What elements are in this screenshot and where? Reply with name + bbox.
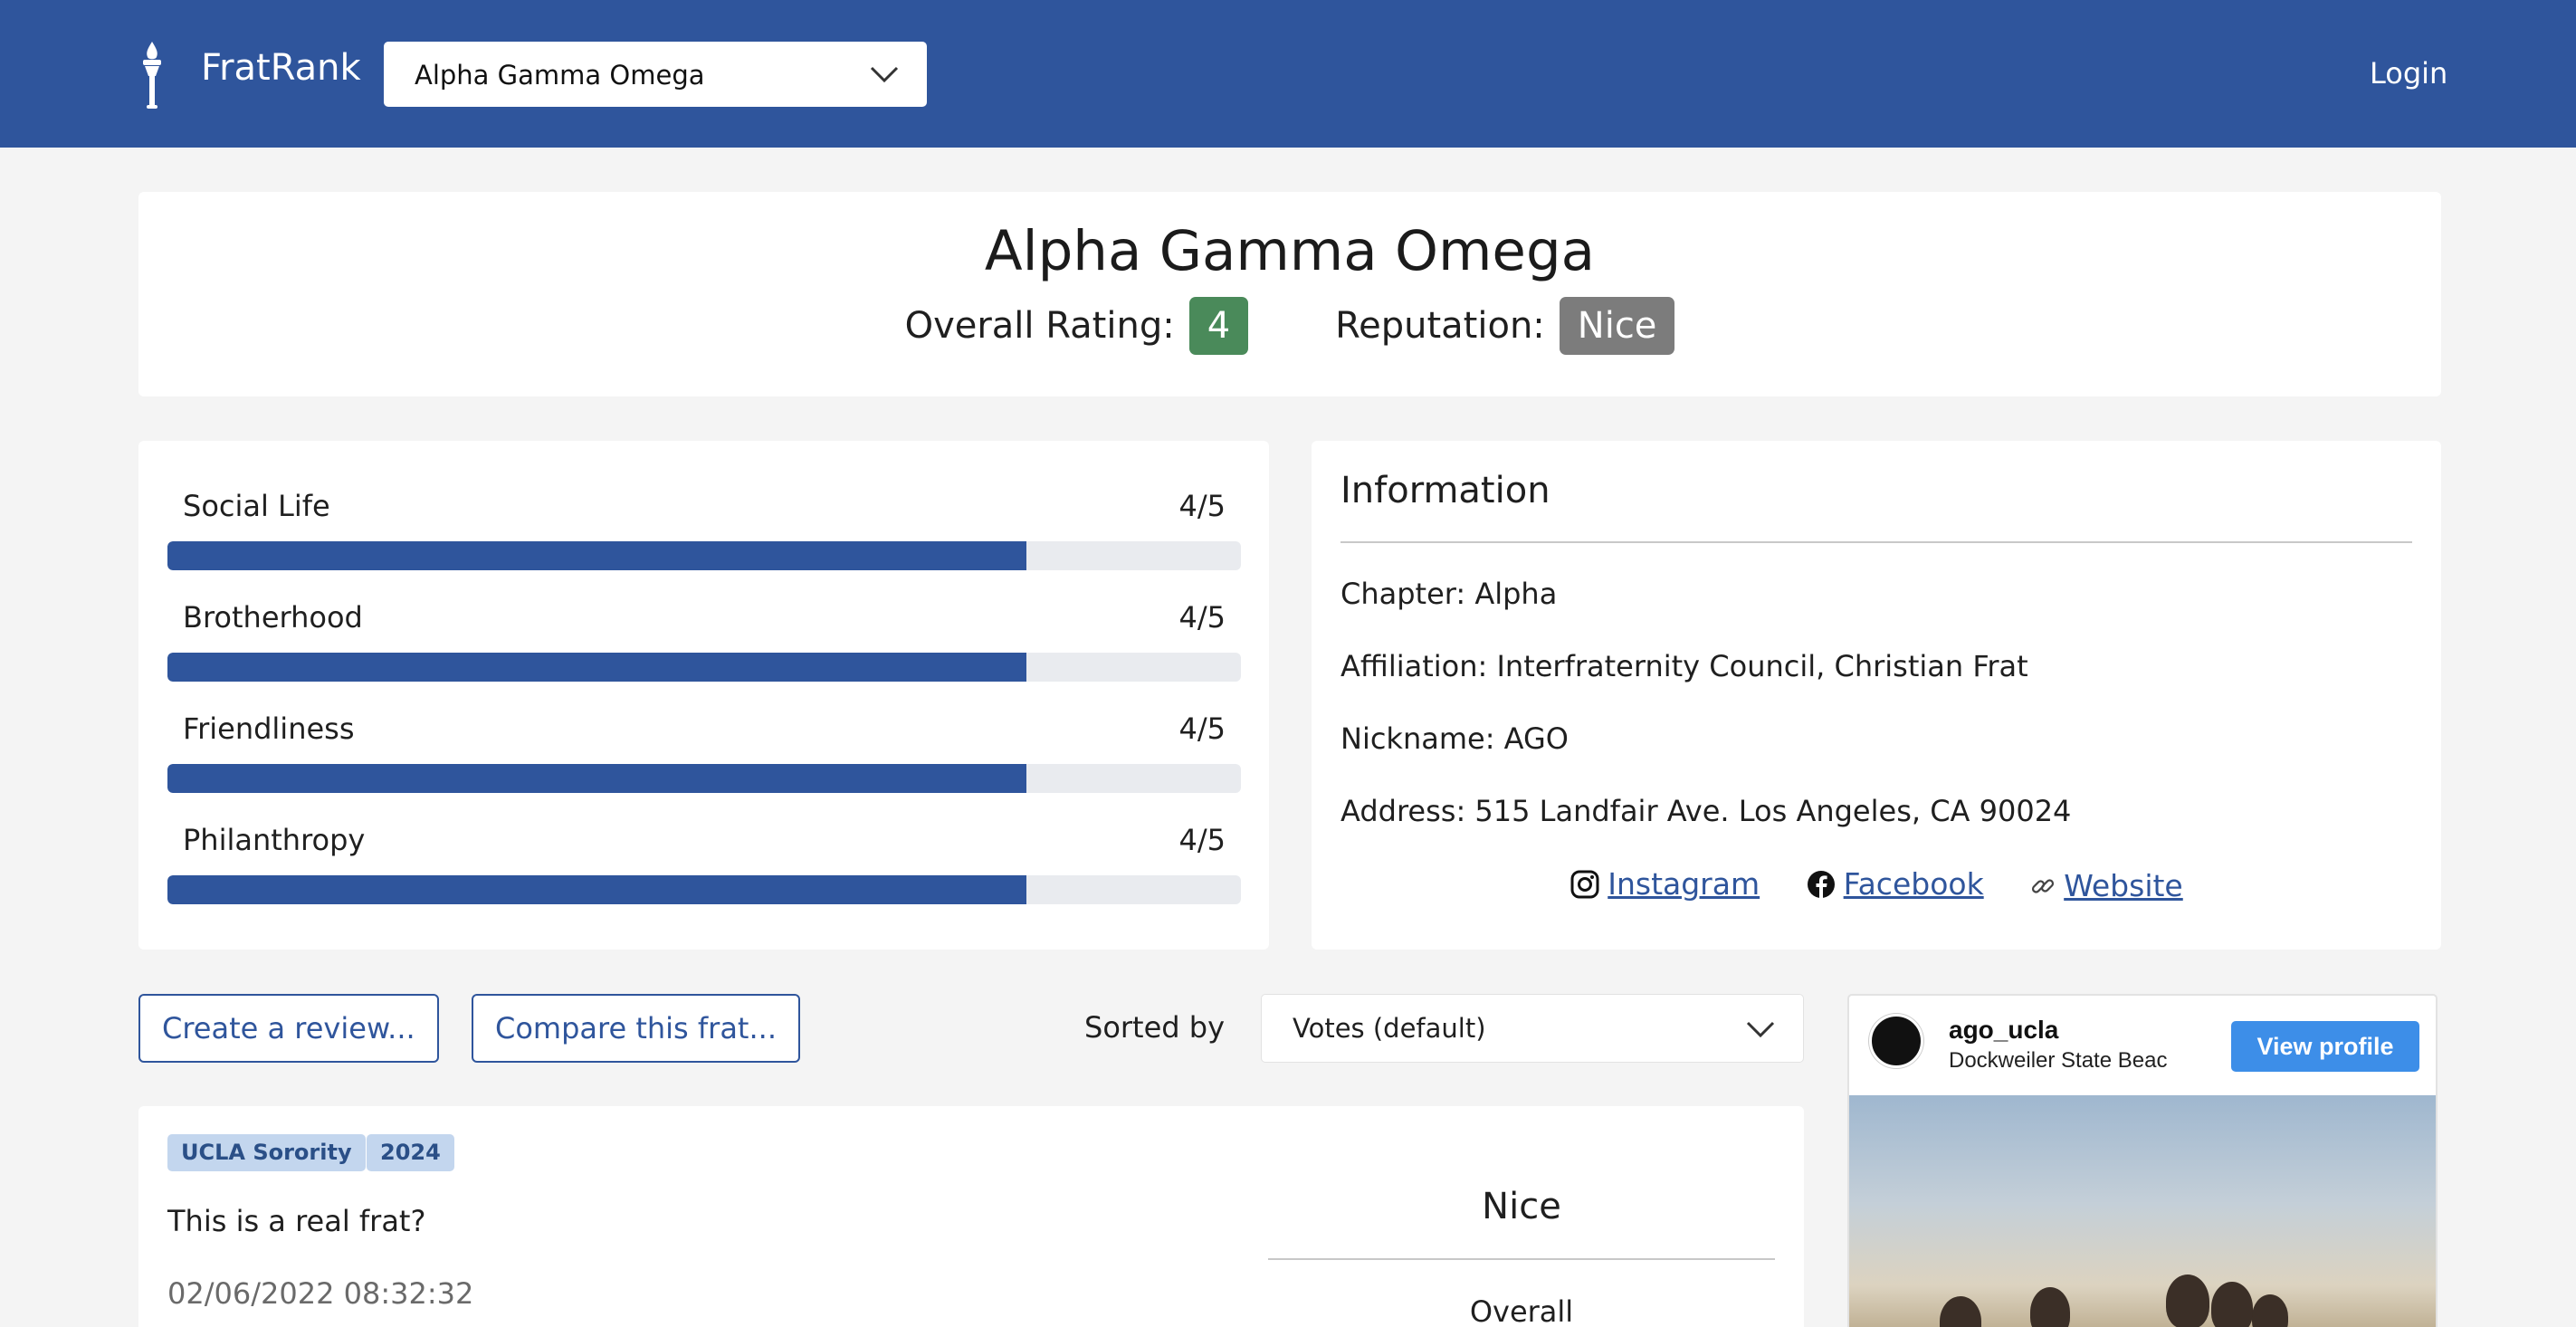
reputation-badge: Nice	[1559, 297, 1675, 355]
create-review-button[interactable]: Create a review...	[138, 994, 439, 1063]
rating-row: Overall Rating: 4 Reputation: Nice	[138, 297, 2441, 355]
frat-selector-value: Alpha Gamma Omega	[415, 60, 705, 91]
facebook-icon	[1807, 870, 1835, 898]
review-tag: 2024	[367, 1134, 454, 1171]
review-reputation: Nice	[1482, 1186, 1561, 1227]
address-text: Address: 515 Landfair Ave. Los Angeles, …	[1340, 794, 2072, 828]
score-bar	[167, 541, 1241, 570]
score-value: 4/5	[1178, 489, 1226, 523]
website-link[interactable]: Website	[2029, 868, 2183, 903]
score-label: Friendliness	[183, 711, 355, 746]
sorted-by-label: Sorted by	[1084, 1010, 1226, 1045]
score-value: 4/5	[1178, 823, 1226, 857]
reputation-label: Reputation:	[1335, 305, 1545, 347]
score-bar-fill	[167, 541, 1026, 570]
login-link[interactable]: Login	[2370, 56, 2447, 91]
brand-name[interactable]: FratRank	[201, 47, 361, 89]
compare-frat-button[interactable]: Compare this frat...	[472, 994, 800, 1063]
frat-selector[interactable]: Alpha Gamma Omega	[384, 42, 927, 107]
instagram-location[interactable]: Dockweiler State Beac	[1949, 1048, 2167, 1074]
chevron-down-icon	[870, 66, 899, 83]
overall-rating-badge: 4	[1188, 297, 1249, 355]
overall-rating-label: Overall Rating:	[904, 305, 1175, 347]
instagram-link[interactable]: Instagram	[1569, 866, 1760, 902]
score-bar-fill	[167, 875, 1026, 904]
score-label: Philanthropy	[183, 823, 366, 857]
divider	[1340, 541, 2412, 543]
instagram-embed: ago_ucla Dockweiler State Beac View prof…	[1847, 994, 2438, 1327]
score-label: Brotherhood	[183, 600, 363, 635]
page-title: Alpha Gamma Omega	[984, 219, 1596, 283]
score-label: Social Life	[183, 489, 330, 523]
score-bar-fill	[167, 653, 1026, 682]
review-text: This is a real frat?	[167, 1204, 426, 1238]
score-value: 4/5	[1178, 600, 1226, 635]
chevron-down-icon	[1746, 1021, 1775, 1038]
information-title: Information	[1340, 470, 1550, 511]
score-value: 4/5	[1178, 711, 1226, 746]
facebook-link[interactable]: Facebook	[1806, 866, 1984, 902]
score-bar-fill	[167, 764, 1026, 793]
top-navbar: FratRank Alpha Gamma Omega Login	[0, 0, 2576, 148]
sort-selector-value: Votes (default)	[1293, 1013, 1486, 1044]
instagram-post-image[interactable]	[1849, 1095, 2436, 1327]
scores-card: Social Life 4/5 Brotherhood 4/5 Friendli…	[138, 441, 1269, 950]
frat-summary-card: Alpha Gamma Omega Overall Rating: 4 Reputa…	[138, 192, 2441, 396]
instagram-icon	[1570, 870, 1599, 898]
nickname-text: Nickname: AGO	[1340, 721, 1569, 756]
score-bar	[167, 764, 1241, 793]
score-bar	[167, 653, 1241, 682]
affiliation-text: Affiliation: Interfraternity Council, Ch…	[1340, 649, 2028, 683]
avatar[interactable]	[1869, 1014, 1923, 1068]
divider	[1268, 1258, 1775, 1260]
torch-logo-icon[interactable]	[138, 40, 166, 110]
sort-selector[interactable]: Votes (default)	[1261, 994, 1804, 1063]
link-icon	[2032, 878, 2055, 893]
score-bar	[167, 875, 1241, 904]
facebook-link-label: Facebook	[1843, 866, 1984, 902]
review-overall-label: Overall	[1469, 1294, 1574, 1327]
instagram-handle[interactable]: ago_ucla	[1949, 1016, 2058, 1045]
review-card: UCLA Sorority 2024 This is a real frat? …	[138, 1106, 1804, 1327]
view-profile-button[interactable]: View profile	[2231, 1021, 2419, 1072]
website-link-label: Website	[2064, 868, 2183, 903]
social-links: Instagram Facebook Website	[1312, 866, 2441, 907]
information-card: Information Chapter: Alpha Affiliation: …	[1312, 441, 2441, 950]
chapter-text: Chapter: Alpha	[1340, 577, 1558, 611]
instagram-link-label: Instagram	[1608, 866, 1760, 902]
review-timestamp: 02/06/2022 08:32:32	[167, 1276, 474, 1311]
review-tag: UCLA Sorority	[167, 1134, 366, 1171]
